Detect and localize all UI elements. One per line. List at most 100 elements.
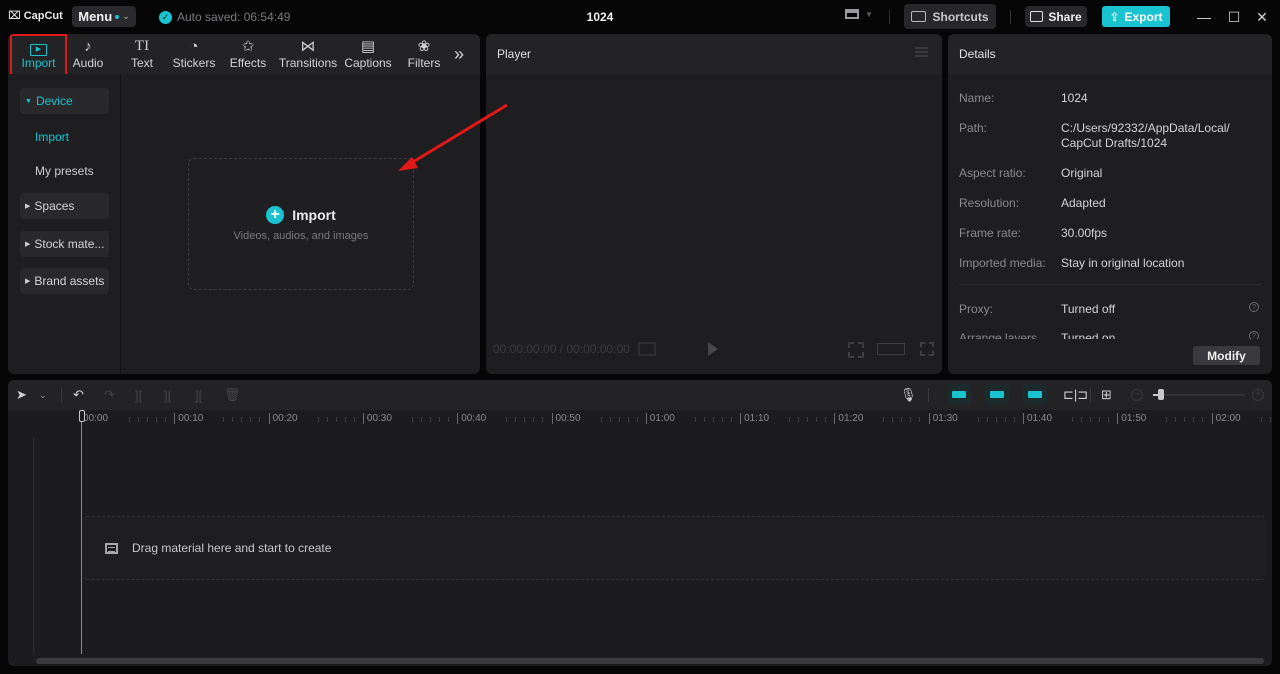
ruler-tick bbox=[712, 417, 714, 422]
import-drop-zone[interactable]: + Import Videos, audios, and images bbox=[188, 158, 414, 290]
ruler-tick bbox=[1184, 417, 1186, 422]
zoom-fit-icon[interactable] bbox=[848, 342, 864, 358]
check-icon: ✓ bbox=[159, 10, 172, 24]
divider bbox=[928, 388, 929, 402]
tab-filters[interactable]: ❀ Filters bbox=[402, 34, 446, 74]
ruler-label: 00:20 bbox=[268, 413, 298, 424]
shortcuts-button[interactable]: Shortcuts bbox=[904, 4, 996, 29]
zoom-out-icon[interactable]: − bbox=[1131, 389, 1143, 401]
caret-right-icon: ▶ bbox=[25, 203, 31, 210]
trash-icon[interactable]: 🗑 bbox=[224, 386, 241, 404]
sidenav-spaces[interactable]: ▶ Spaces bbox=[20, 193, 109, 219]
keyboard-icon bbox=[911, 11, 927, 22]
zoom-in-icon[interactable]: + bbox=[1252, 389, 1264, 401]
ruler-tick bbox=[730, 417, 732, 422]
delete-right-icon[interactable]: ][ bbox=[195, 386, 202, 404]
hamburger-menu-icon[interactable] bbox=[915, 47, 928, 57]
filters-icon: ❀ bbox=[417, 38, 431, 55]
share-button[interactable]: Share bbox=[1025, 6, 1087, 27]
ruler-tick bbox=[627, 417, 629, 422]
details-title: Details bbox=[959, 47, 996, 61]
menu-button[interactable]: Menu ⌄ bbox=[72, 6, 136, 27]
maximize-button[interactable]: ☐ bbox=[1224, 7, 1244, 27]
ruler-tick bbox=[447, 417, 449, 422]
ruler-label: 02:00 bbox=[1211, 413, 1241, 424]
tab-transitions[interactable]: ⋈ Transitions bbox=[277, 34, 339, 74]
ruler-tick bbox=[1090, 417, 1091, 422]
help-icon[interactable]: ? bbox=[1249, 302, 1259, 312]
timeline-ruler[interactable]: 00:00 00:10 00:20 00:30 00:40 00:50 01:00 01:10… bbox=[8, 410, 1272, 430]
timeline-drop-zone[interactable]: Drag material here and start to create bbox=[83, 516, 1265, 580]
ruler-label: 01:30 bbox=[928, 413, 958, 424]
ruler-tick bbox=[344, 417, 346, 422]
preview-axis-icon[interactable]: ⊏|⊐ bbox=[1063, 386, 1088, 404]
ruler-tick bbox=[259, 417, 261, 422]
aspect-ratio-button[interactable] bbox=[877, 343, 905, 355]
grid-icon[interactable] bbox=[638, 342, 656, 356]
horizontal-scrollbar[interactable] bbox=[36, 658, 1264, 664]
zoom-to-fit-icon[interactable]: ⊞ bbox=[1101, 386, 1112, 404]
media-tab-bar: ▶ Import ♪ Audio TI Text ◔ Stickers ✩ Ef… bbox=[8, 34, 480, 79]
tab-captions[interactable]: ▤ Captions bbox=[342, 34, 394, 74]
layout-button[interactable]: ▼ bbox=[845, 9, 873, 19]
more-tabs-icon[interactable]: » bbox=[454, 44, 464, 65]
modify-button[interactable]: Modify bbox=[1193, 346, 1260, 365]
linkage-toggle[interactable] bbox=[1023, 384, 1047, 405]
chevron-down-icon: ▼ bbox=[865, 9, 873, 19]
ruler-tick bbox=[317, 417, 319, 422]
audio-icon: ♪ bbox=[84, 38, 92, 55]
title-bar: ⌧ CapCut Menu ⌄ ✓ Auto saved: 06:54:49 1… bbox=[0, 0, 1280, 33]
ruler-tick bbox=[1081, 417, 1082, 422]
sidenav-stock-materials[interactable]: ▶ Stock mate... bbox=[20, 231, 109, 257]
microphone-icon[interactable]: 🎙 bbox=[900, 386, 917, 404]
export-button[interactable]: ⇪ Export bbox=[1102, 6, 1170, 27]
close-button[interactable]: ✕ bbox=[1252, 7, 1272, 27]
tab-audio[interactable]: ♪ Audio bbox=[67, 34, 109, 74]
capcut-logo-icon: ⌧ bbox=[8, 10, 21, 22]
zoom-slider-handle[interactable] bbox=[1158, 389, 1164, 400]
chevron-down-icon[interactable]: ⌄ bbox=[39, 386, 47, 404]
fullscreen-icon[interactable] bbox=[920, 342, 934, 356]
ruler-tick bbox=[165, 417, 166, 422]
tab-stickers[interactable]: ◔ Stickers bbox=[168, 34, 220, 74]
ruler-tick bbox=[1193, 417, 1195, 422]
tab-text[interactable]: TI Text bbox=[121, 34, 163, 74]
undo-icon[interactable]: ↶ bbox=[73, 386, 84, 404]
ruler-tick bbox=[506, 417, 508, 422]
ruler-tick bbox=[542, 417, 544, 422]
ruler-label: 00:40 bbox=[457, 413, 486, 424]
sidenav-brand-assets[interactable]: ▶ Brand assets bbox=[20, 268, 109, 294]
ruler-tick bbox=[910, 417, 912, 422]
playhead-handle[interactable] bbox=[79, 410, 85, 422]
select-cursor-icon[interactable]: ➤ bbox=[16, 386, 27, 404]
main-track-magnet-toggle[interactable] bbox=[947, 384, 971, 405]
ruler-label: 01:40 bbox=[1023, 413, 1052, 424]
autosave-status: ✓ Auto saved: 06:54:49 bbox=[159, 10, 290, 24]
timeline-panel: ➤ ⌄ ↶ ↷ ][ ][ ][ 🗑 🎙 ⊏|⊐ ⊞ − + 00:00 00:1… bbox=[8, 380, 1272, 666]
ruler-tick bbox=[883, 417, 885, 422]
divider bbox=[889, 10, 890, 24]
ruler-tick bbox=[609, 417, 611, 422]
tab-effects[interactable]: ✩ Effects bbox=[226, 34, 270, 74]
ruler-tick bbox=[515, 417, 517, 422]
player-title: Player bbox=[497, 47, 532, 61]
playhead-line bbox=[81, 422, 82, 654]
ruler-tick bbox=[1099, 417, 1100, 422]
ruler-tick bbox=[223, 417, 225, 422]
minimize-button[interactable]: — bbox=[1194, 7, 1214, 27]
sidenav-import[interactable]: Import bbox=[35, 130, 69, 144]
split-icon[interactable]: ][ bbox=[135, 386, 142, 404]
timeline-toolbar: ➤ ⌄ ↶ ↷ ][ ][ ][ 🗑 🎙 ⊏|⊐ ⊞ − + bbox=[8, 380, 1272, 410]
sidenav-device[interactable]: ▼ Device bbox=[20, 88, 109, 114]
zoom-slider-track[interactable] bbox=[1153, 394, 1245, 396]
auto-snapping-toggle[interactable] bbox=[985, 384, 1009, 405]
import-hint: Videos, audios, and images bbox=[233, 230, 369, 242]
redo-icon[interactable]: ↷ bbox=[104, 386, 115, 404]
import-button[interactable]: + Import bbox=[266, 206, 336, 224]
sidenav-my-presets[interactable]: My presets bbox=[35, 164, 94, 178]
ruler-tick bbox=[1108, 417, 1109, 422]
ruler-tick bbox=[129, 417, 130, 422]
annotation-highlight-box bbox=[10, 34, 67, 79]
delete-left-icon[interactable]: ][ bbox=[164, 386, 171, 404]
play-icon[interactable] bbox=[708, 342, 718, 356]
